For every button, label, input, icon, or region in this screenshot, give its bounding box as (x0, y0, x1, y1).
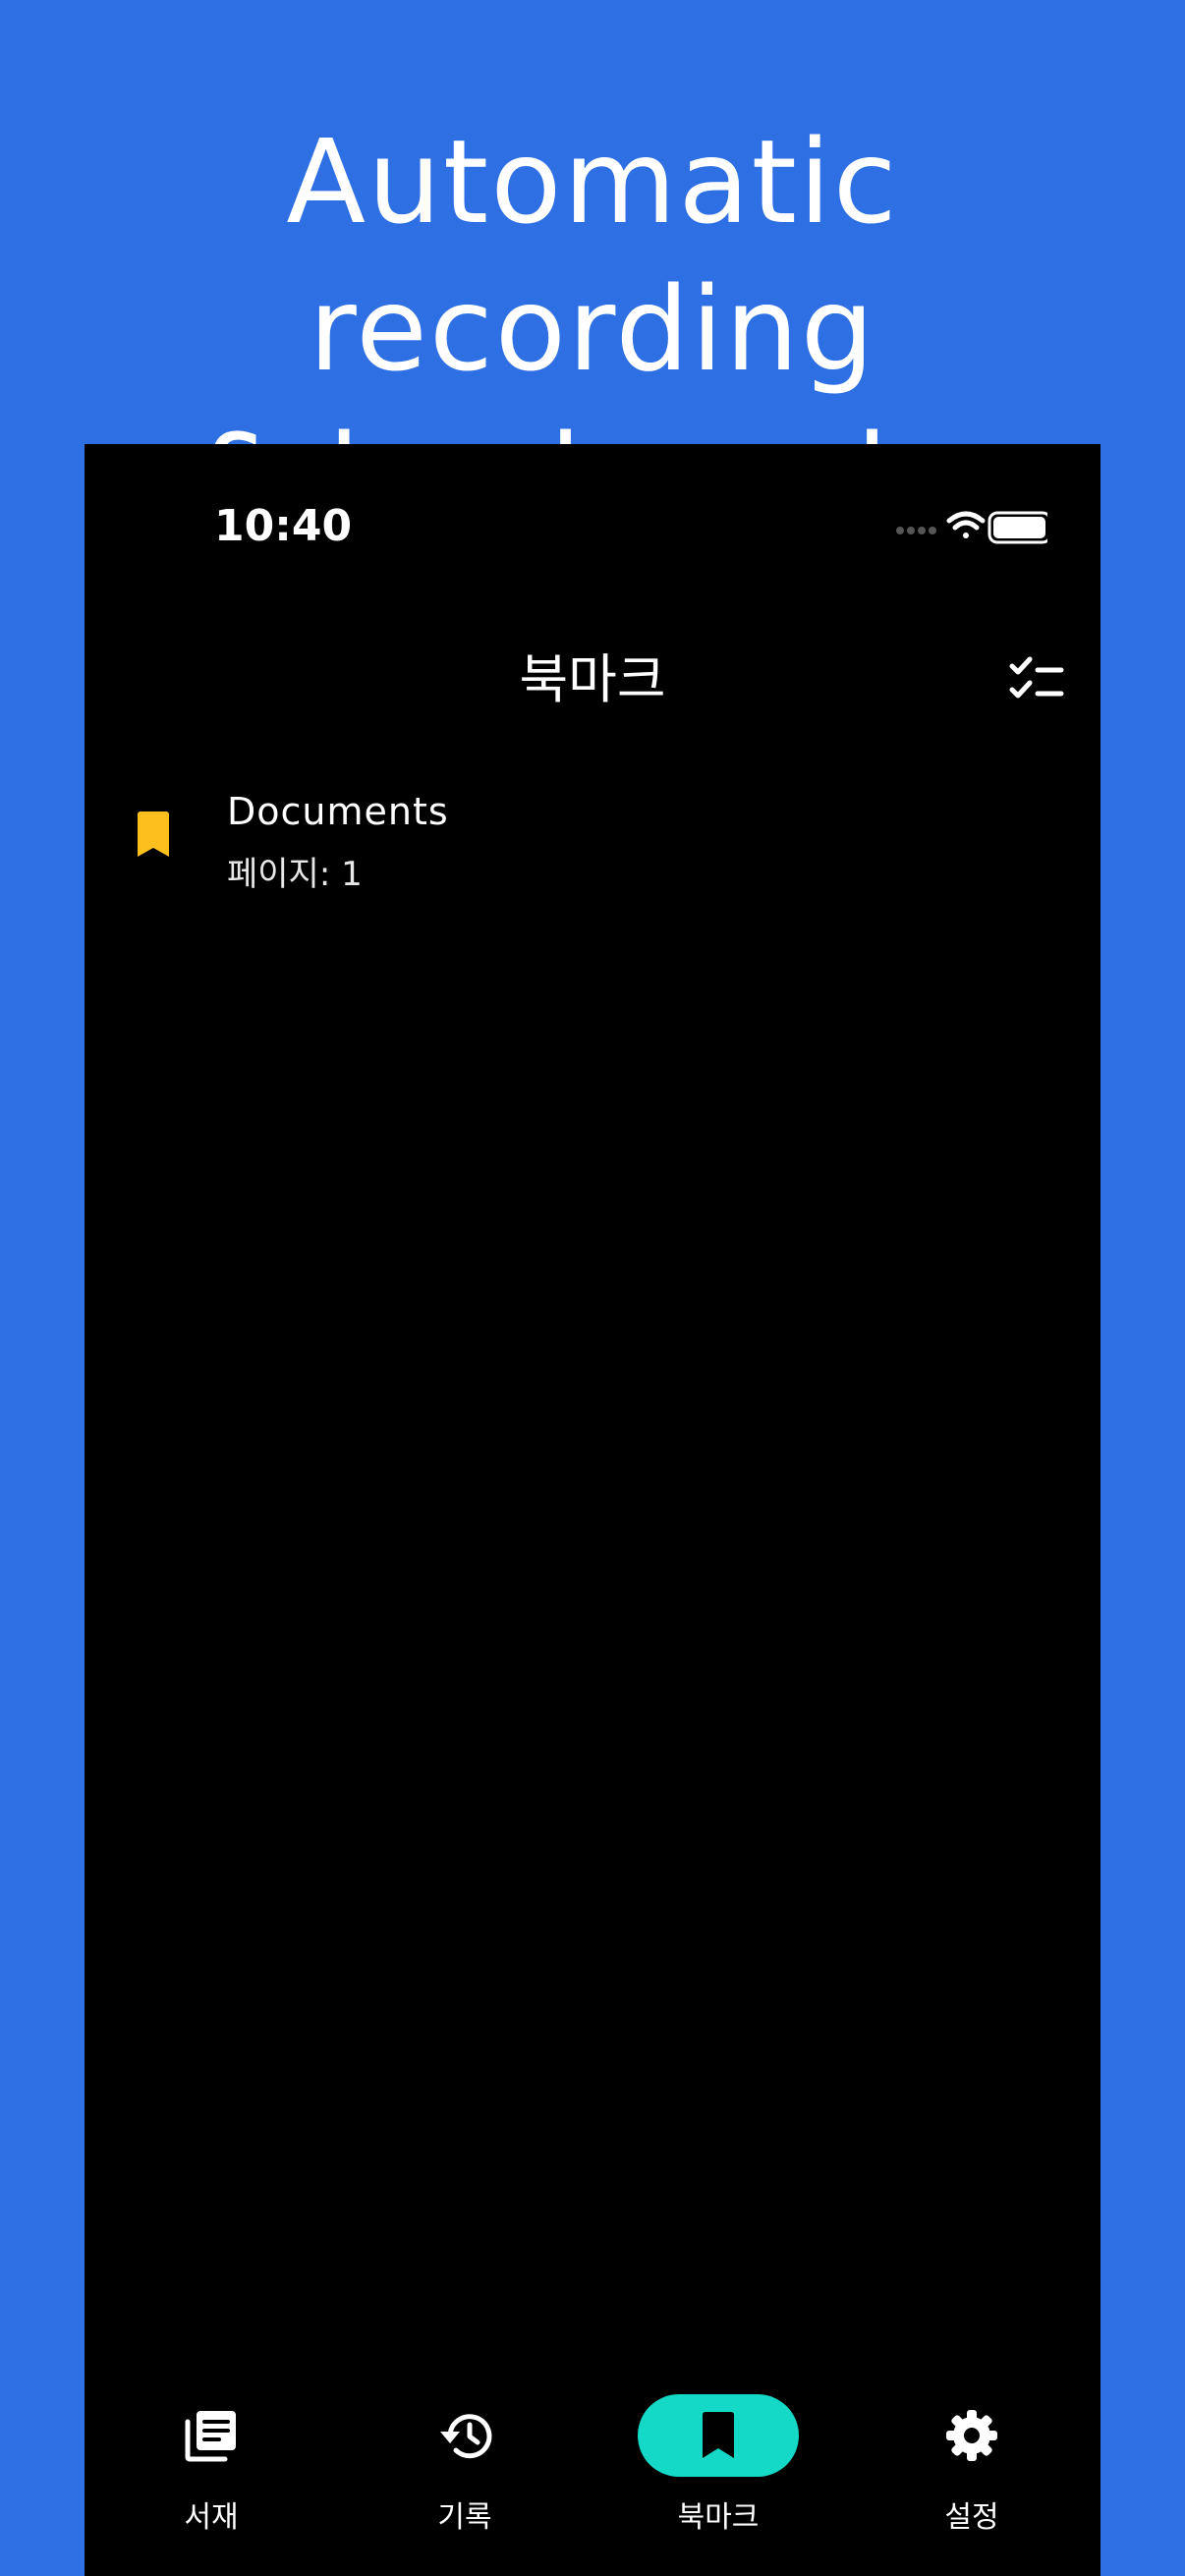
nav-label-settings: 설정 (944, 2500, 999, 2535)
library-icon (185, 2411, 236, 2462)
checklist-button[interactable] (1008, 654, 1067, 705)
bookmark-icon (138, 812, 169, 857)
bookmark-list-item[interactable]: Documents 페이지: 1 (85, 768, 1100, 906)
app-bar: 북마크 (85, 621, 1100, 739)
bottom-navigation: 서재 기록 북마크 설정 (85, 2394, 1100, 2576)
phone-screen: 10:40 북마크 Documents 페이지: 1 서재 기록 북마크 설정 (85, 444, 1100, 2576)
nav-icon-container (891, 2394, 1052, 2477)
history-icon (440, 2414, 492, 2459)
nav-item-settings[interactable]: 설정 (845, 2394, 1099, 2576)
nav-icon-container (131, 2394, 292, 2477)
status-bar: 10:40 (85, 444, 1100, 591)
bookmark-list: Documents 페이지: 1 (85, 768, 1100, 906)
wifi-icon (946, 511, 986, 538)
bookmark-page: 페이지: 1 (227, 855, 363, 894)
nav-icon-container (384, 2394, 545, 2477)
battery-icon (988, 511, 1047, 544)
nav-label-history: 기록 (437, 2500, 492, 2535)
nav-item-bookmarks[interactable]: 북마크 (592, 2394, 845, 2576)
signal-dots-icon (896, 527, 936, 534)
page-title: 북마크 (519, 648, 666, 710)
gear-icon (946, 2410, 997, 2461)
nav-item-library[interactable]: 서재 (85, 2394, 338, 2576)
status-icons (896, 511, 1047, 544)
promo-line-1: Automatic recording (286, 114, 899, 397)
bookmark-title: Documents (227, 790, 449, 833)
nav-label-bookmarks: 북마크 (677, 2500, 760, 2535)
nav-item-history[interactable]: 기록 (338, 2394, 592, 2576)
checklist-icon (1009, 656, 1064, 699)
bookmark-icon (703, 2412, 734, 2458)
status-time: 10:40 (214, 501, 353, 551)
nav-label-library: 서재 (184, 2500, 239, 2535)
nav-active-indicator (638, 2394, 799, 2477)
